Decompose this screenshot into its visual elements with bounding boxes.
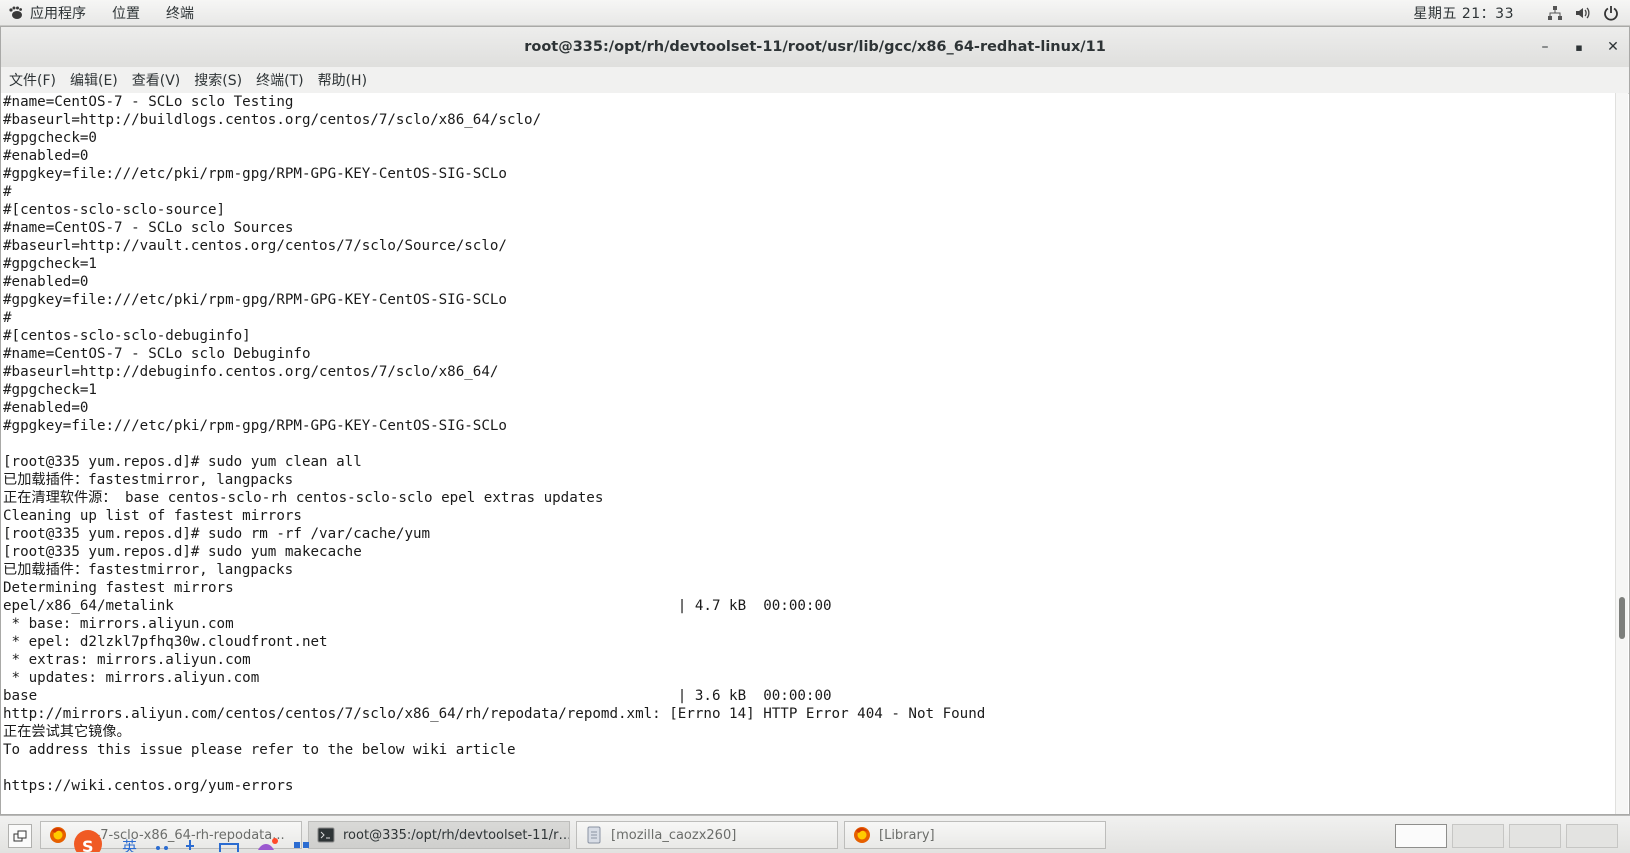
menu-file[interactable]: 文件(F): [9, 70, 56, 90]
terminal-line: #: [3, 184, 12, 200]
places-menu[interactable]: 位置: [112, 3, 140, 23]
ime-keyboard-icon: [219, 843, 239, 852]
terminal-window: root@335:/opt/rh/devtoolset-11/root/usr/…: [0, 26, 1630, 815]
power-icon[interactable]: [1602, 4, 1620, 22]
terminal-line: #: [3, 310, 12, 326]
terminal-line: #gpgcheck=1: [3, 256, 97, 272]
terminal-scrollbar[interactable]: [1615, 93, 1628, 814]
task-file-manager[interactable]: [mozilla_caozx260]: [576, 821, 838, 849]
terminal-line: 已加载插件：fastestmirror, langpacks: [3, 562, 294, 578]
terminal-line: 正在尝试其它镜像。: [3, 724, 131, 740]
terminal-line: To address this issue please refer to th…: [3, 742, 516, 758]
applications-label: 应用程序: [30, 6, 86, 22]
maximize-button[interactable]: ▪: [1568, 36, 1590, 58]
terminal-line: #name=CentOS-7 - SCLo sclo Sources: [3, 220, 294, 236]
terminal-line: #[centos-sclo-sclo-source]: [3, 202, 226, 218]
terminal-app-menu[interactable]: 终端: [166, 3, 194, 23]
terminal-line: epel/x86_64/metalink | 4.7 kB 00:00:00: [3, 598, 832, 614]
clock[interactable]: 星期五 21：33: [1413, 3, 1514, 23]
terminal-line: 已加载插件：fastestmirror, langpacks: [3, 472, 294, 488]
menu-search[interactable]: 搜索(S): [194, 70, 242, 90]
ime-voice-icon: [186, 840, 194, 850]
terminal-line: #gpgkey=file:///etc/pki/rpm-gpg/RPM-GPG-…: [3, 292, 507, 308]
window-title: root@335:/opt/rh/devtoolset-11/root/usr/…: [524, 39, 1106, 55]
scrollbar-thumb[interactable]: [1619, 597, 1625, 639]
terminal-line: Determining fastest mirrors: [3, 580, 234, 596]
terminal-line: #enabled=0: [3, 400, 89, 416]
terminal-line: [root@335 yum.repos.d]# sudo yum clean a…: [3, 454, 362, 470]
terminal-line: [root@335 yum.repos.d]# sudo yum makecac…: [3, 544, 362, 560]
ime-menu-icon: [294, 842, 300, 848]
window-titlebar[interactable]: root@335:/opt/rh/devtoolset-11/root/usr/…: [1, 27, 1629, 68]
close-button[interactable]: ✕: [1602, 36, 1624, 58]
terminal-line: base | 3.6 kB 00:00:00: [3, 688, 832, 704]
workspace-4[interactable]: [1566, 824, 1618, 848]
gnome-foot-icon: [9, 6, 22, 19]
menu-view[interactable]: 查看(V): [132, 70, 181, 90]
task-terminal[interactable]: root@335:/opt/rh/devtoolset-11/r…: [308, 821, 570, 849]
terminal-line: #baseurl=http://vault.centos.org/centos/…: [3, 238, 507, 254]
terminal-output[interactable]: #name=CentOS-7 - SCLo sclo Testing #baseu…: [1, 93, 1617, 814]
terminal-line: #[centos-sclo-sclo-debuginfo]: [3, 328, 251, 344]
ime-skin-icon: [258, 844, 274, 850]
terminal-text[interactable]: #name=CentOS-7 - SCLo sclo Testing #baseu…: [1, 93, 1617, 795]
terminal-line: http://mirrors.aliyun.com/centos/centos/…: [3, 706, 986, 722]
top-panel: 应用程序 位置 终端 星期五 21：33: [0, 0, 1630, 26]
terminal-line: 正在清理软件源： base centos-sclo-rh centos-sclo…: [3, 490, 604, 506]
terminal-line: * extras: mirrors.aliyun.com: [3, 652, 251, 668]
show-desktop-icon: [13, 830, 27, 842]
menubar: 文件(F) 编辑(E) 查看(V) 搜索(S) 终端(T) 帮助(H): [1, 67, 1629, 94]
terminal-line: #name=CentOS-7 - SCLo sclo Debuginfo: [3, 346, 311, 362]
terminal-line: #name=CentOS-7 - SCLo sclo Testing: [3, 94, 294, 110]
menu-help[interactable]: 帮助(H): [318, 70, 367, 90]
top-panel-status: 星期五 21：33: [1413, 0, 1620, 26]
file-manager-icon: [587, 826, 601, 844]
terminal-line: #gpgkey=file:///etc/pki/rpm-gpg/RPM-GPG-…: [3, 418, 507, 434]
volume-icon[interactable]: [1574, 4, 1592, 22]
terminal-line: #baseurl=http://debuginfo.centos.org/cen…: [3, 364, 499, 380]
workspace-1[interactable]: [1395, 824, 1447, 848]
top-panel-menus: 应用程序 位置 终端: [8, 0, 220, 26]
minimize-button[interactable]: –: [1534, 36, 1556, 58]
terminal-line: #gpgcheck=0: [3, 130, 97, 146]
svg-text:S: S: [82, 837, 94, 852]
ime-punct-icon: [156, 846, 160, 850]
terminal-line: #enabled=0: [3, 274, 89, 290]
show-desktop-button[interactable]: [8, 824, 32, 848]
input-method-toolbar[interactable]: S 英: [62, 826, 332, 852]
menu-edit[interactable]: 编辑(E): [70, 70, 118, 90]
task-label: [Library]: [879, 827, 935, 843]
task-label: root@335:/opt/rh/devtoolset-11/r…: [343, 827, 570, 843]
network-icon[interactable]: [1546, 4, 1564, 22]
sogou-logo-icon: S: [74, 830, 102, 852]
terminal-line: #gpgcheck=1: [3, 382, 97, 398]
terminal-line: https://wiki.centos.org/yum-errors: [3, 778, 294, 794]
terminal-line: Cleaning up list of fastest mirrors: [3, 508, 302, 524]
terminal-line: #baseurl=http://buildlogs.centos.org/cen…: [3, 112, 542, 128]
applications-menu[interactable]: 应用程序: [8, 3, 86, 23]
menu-terminal[interactable]: 终端(T): [256, 70, 303, 90]
task-label: [mozilla_caozx260]: [611, 827, 737, 843]
terminal-line: * updates: mirrors.aliyun.com: [3, 670, 260, 686]
firefox-icon: [854, 827, 870, 843]
terminal-line: [root@335 yum.repos.d]# sudo rm -rf /var…: [3, 526, 431, 542]
terminal-line: #enabled=0: [3, 148, 89, 164]
terminal-line: * base: mirrors.aliyun.com: [3, 616, 234, 632]
terminal-line: #gpgkey=file:///etc/pki/rpm-gpg/RPM-GPG-…: [3, 166, 507, 182]
ime-mode-icon: 英: [122, 838, 137, 852]
workspace-2[interactable]: [1452, 824, 1504, 848]
workspace-3[interactable]: [1509, 824, 1561, 848]
terminal-line: * epel: d2lzkl7pfhq30w.cloudfront.net: [3, 634, 328, 650]
task-firefox-library[interactable]: [Library]: [844, 821, 1106, 849]
